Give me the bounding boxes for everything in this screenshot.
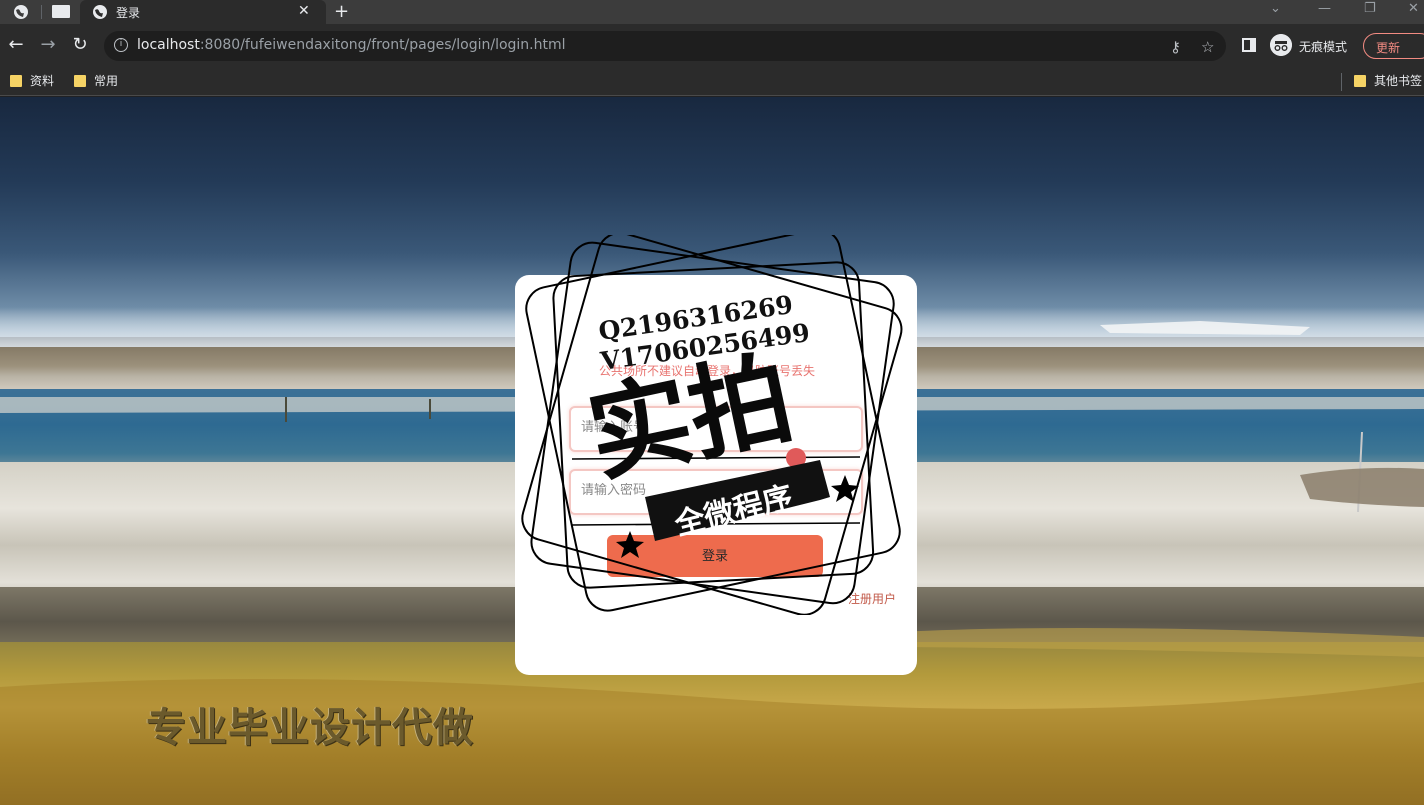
close-window-icon[interactable]: ✕ [1408,1,1419,16]
bookmark-folder-1[interactable]: 资料 [8,71,54,91]
tab-blank-icon[interactable] [52,5,70,18]
back-icon[interactable]: ← [5,34,27,56]
folder-icon [1354,75,1366,87]
key-icon[interactable]: ⚷ [1170,38,1181,56]
star-icon [616,531,644,558]
update-label: 更新 [1376,41,1401,55]
incognito-icon[interactable] [1270,34,1292,56]
incognito-label: 无痕模式 [1299,40,1348,54]
toolbar: ← → ↻ i localhost:8080/fufeiwendaxitong/… [0,24,1424,68]
page-viewport: 专业毕业设计代做 公共场所不建议自动登录，以防账号丢失 登录 注册用户 Q219… [0,97,1424,805]
tab-login[interactable]: 登录 ✕ [80,0,326,24]
bookmarks-bar: 资料 常用 其他书签 [0,68,1424,96]
url-text[interactable]: localhost:8080/fufeiwendaxitong/front/pa… [137,37,566,53]
tab-separator [41,5,42,19]
chevron-down-icon[interactable]: ⌄ [1270,1,1281,16]
watermark-stamp: Q2196316269 V17060256499 实拍 全微程序 [521,235,903,615]
info-icon[interactable]: i [114,38,128,52]
restore-icon[interactable]: ❐ [1364,1,1376,16]
bookmarks-separator [1341,73,1342,91]
other-bookmarks-label: 其他书签 [1374,74,1423,88]
tab-title: 登录 [116,6,141,20]
side-panel-icon[interactable] [1242,38,1256,52]
close-tab-icon[interactable]: ✕ [298,3,310,19]
other-bookmarks[interactable]: 其他书签 [1352,71,1422,91]
bookmark-label: 常用 [94,74,119,88]
star-icon[interactable]: ☆ [1201,38,1214,56]
bookmark-folder-2[interactable]: 常用 [72,71,118,91]
new-tab-icon[interactable]: + [334,1,349,22]
update-button[interactable]: 更新 [1363,33,1424,59]
minimize-icon[interactable]: — [1318,1,1331,16]
url-host: localhost [137,37,200,53]
watermark-bottom-text: 专业毕业设计代做 [146,705,474,751]
folder-icon [74,75,86,87]
globe-icon[interactable] [13,4,29,20]
folder-icon [10,75,22,87]
bookmark-label: 资料 [30,74,55,88]
reload-icon[interactable]: ↻ [69,34,91,56]
forward-icon[interactable]: → [37,34,59,56]
tab-strip: 登录 ✕ + ⌄ — ❐ ✕ [0,0,1424,24]
address-bar[interactable]: i localhost:8080/fufeiwendaxitong/front/… [104,31,1226,61]
url-path: :8080/fufeiwendaxitong/front/pages/login… [199,37,566,53]
globe-icon [93,5,107,19]
